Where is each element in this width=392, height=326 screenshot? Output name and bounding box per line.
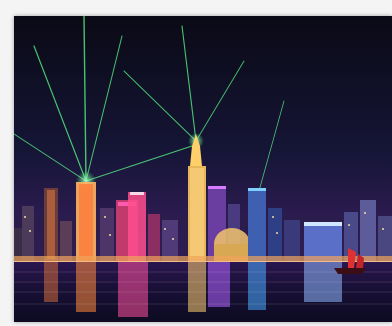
photo-frame: [0, 0, 392, 326]
skyline-illustration: [14, 16, 392, 322]
waterfront-lights: [14, 256, 392, 262]
night-skyline-photo: [14, 16, 392, 322]
